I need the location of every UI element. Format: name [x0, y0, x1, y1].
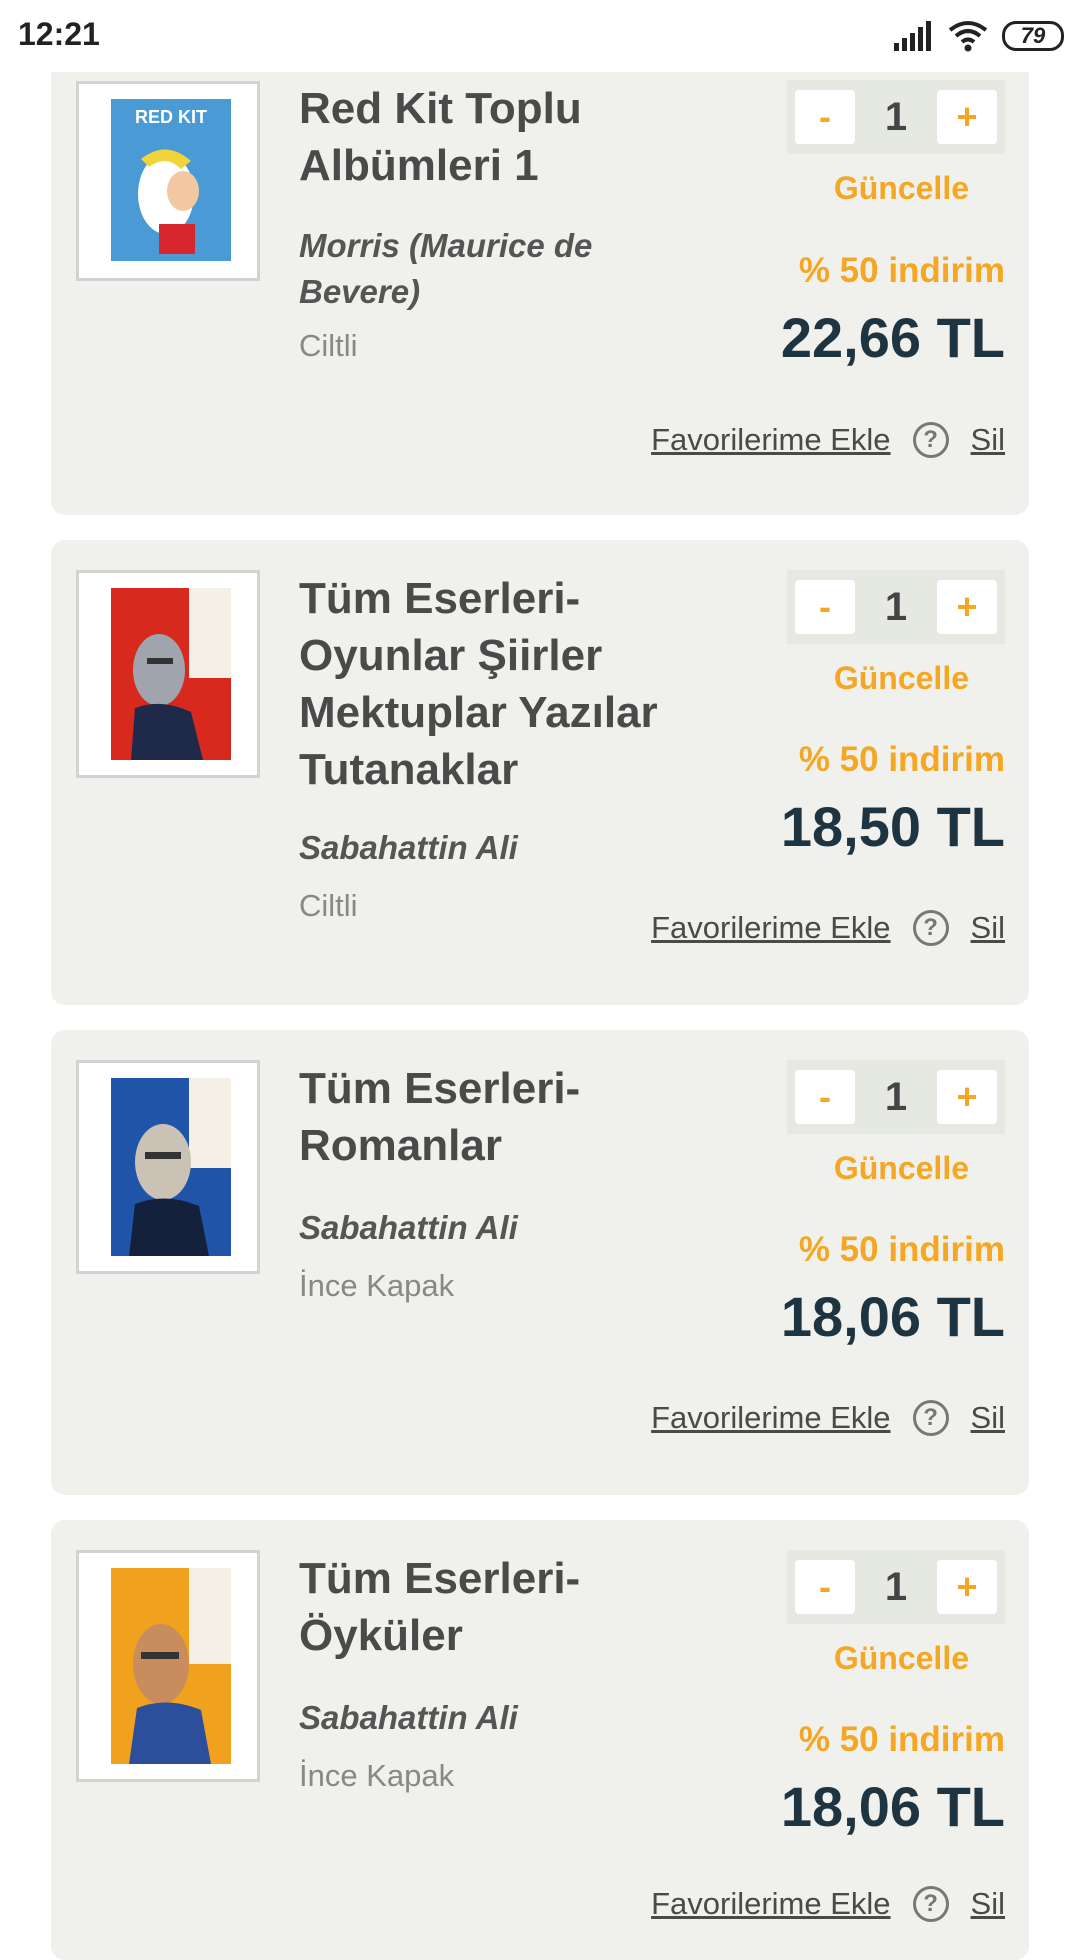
item-price: 18,50 TL [780, 795, 1005, 858]
book-cover-image [111, 1078, 231, 1256]
cart-item: Tüm Eserleri-Öyküler Sabahattin Ali İnce… [51, 1520, 1029, 1960]
book-title[interactable]: Tüm Eserleri-Romanlar [299, 1060, 719, 1174]
add-to-favorites-link[interactable]: Favorilerime Ekle [651, 1400, 890, 1436]
signal-icon [894, 21, 931, 51]
update-quantity-link[interactable]: Güncelle [834, 170, 969, 207]
book-title[interactable]: Red Kit Toplu Albümleri 1 [299, 80, 719, 194]
quantity-value[interactable]: 1 [866, 585, 926, 630]
update-quantity-link[interactable]: Güncelle [834, 1150, 969, 1187]
help-icon[interactable]: ? [912, 910, 949, 946]
battery-icon: 79 [1002, 21, 1064, 51]
item-actions: Favorilerime Ekle ? Sil [651, 1400, 1005, 1436]
book-author[interactable]: Sabahattin Ali [299, 1695, 719, 1741]
decrease-quantity-button[interactable]: - [795, 580, 855, 634]
book-binding: İnce Kapak [299, 1268, 455, 1303]
discount-label: % 50 indirim [798, 1230, 1005, 1269]
delete-item-link[interactable]: Sil [971, 1400, 1005, 1436]
item-price: 22,66 TL [780, 306, 1005, 369]
quantity-value[interactable]: 1 [866, 1075, 926, 1120]
increase-quantity-button[interactable]: + [937, 1560, 997, 1614]
book-title[interactable]: Tüm Eserleri-Oyunlar Şiirler Mektuplar Y… [299, 570, 719, 798]
book-thumbnail[interactable] [76, 1060, 260, 1274]
cart-item: Tüm Eserleri-Oyunlar Şiirler Mektuplar Y… [51, 540, 1029, 1005]
book-author[interactable]: Morris (Maurice de Bevere) [299, 223, 719, 315]
status-time: 12:21 [18, 16, 100, 52]
help-icon[interactable]: ? [912, 422, 949, 458]
item-actions: Favorilerime Ekle ? Sil [651, 910, 1005, 946]
item-price: 18,06 TL [780, 1775, 1005, 1838]
status-icons: 79 [894, 18, 1064, 54]
book-author[interactable]: Sabahattin Ali [299, 1205, 719, 1251]
cover-logo-text: RED KIT [135, 107, 207, 127]
quantity-stepper: - 1 + [787, 1060, 1005, 1134]
increase-quantity-button[interactable]: + [937, 580, 997, 634]
status-bar: 12:21 79 [0, 0, 1080, 72]
help-icon[interactable]: ? [912, 1886, 949, 1922]
update-quantity-link[interactable]: Güncelle [834, 1640, 969, 1677]
item-actions: Favorilerime Ekle ? Sil [651, 422, 1005, 458]
delete-item-link[interactable]: Sil [971, 1886, 1005, 1922]
quantity-stepper: - 1 + [787, 1550, 1005, 1624]
discount-label: % 50 indirim [798, 1720, 1005, 1759]
book-binding: Ciltli [299, 328, 358, 363]
decrease-quantity-button[interactable]: - [795, 1560, 855, 1614]
wifi-icon [948, 21, 988, 52]
item-price: 18,06 TL [780, 1285, 1005, 1348]
book-thumbnail[interactable] [76, 1550, 260, 1782]
decrease-quantity-button[interactable]: - [795, 90, 855, 144]
book-cover-image [111, 1568, 231, 1764]
book-thumbnail[interactable]: RED KIT [76, 81, 260, 281]
cart-item: Tüm Eserleri-Romanlar Sabahattin Ali İnc… [51, 1030, 1029, 1495]
add-to-favorites-link[interactable]: Favorilerime Ekle [651, 1886, 890, 1922]
book-cover-image [111, 588, 231, 760]
book-binding: İnce Kapak [299, 1758, 455, 1793]
book-title[interactable]: Tüm Eserleri-Öyküler [299, 1550, 719, 1664]
quantity-stepper: - 1 + [787, 570, 1005, 644]
quantity-value[interactable]: 1 [866, 95, 926, 140]
help-icon[interactable]: ? [912, 1400, 949, 1436]
battery-level: 79 [1020, 23, 1046, 48]
discount-label: % 50 indirim [798, 740, 1005, 779]
item-actions: Favorilerime Ekle ? Sil [651, 1886, 1005, 1922]
update-quantity-link[interactable]: Güncelle [834, 660, 969, 697]
discount-label: % 50 indirim [798, 251, 1005, 290]
quantity-stepper: - 1 + [787, 80, 1005, 154]
add-to-favorites-link[interactable]: Favorilerime Ekle [651, 422, 890, 458]
quantity-value[interactable]: 1 [866, 1565, 926, 1610]
book-thumbnail[interactable] [76, 570, 260, 778]
book-cover-image: RED KIT [111, 99, 231, 261]
add-to-favorites-link[interactable]: Favorilerime Ekle [651, 910, 890, 946]
increase-quantity-button[interactable]: + [937, 1070, 997, 1124]
cart-item: RED KIT Red Kit Toplu Albümleri 1 Morris… [51, 0, 1029, 515]
delete-item-link[interactable]: Sil [971, 910, 1005, 946]
book-author[interactable]: Sabahattin Ali [299, 825, 719, 871]
increase-quantity-button[interactable]: + [937, 90, 997, 144]
book-binding: Ciltli [299, 888, 358, 923]
delete-item-link[interactable]: Sil [971, 422, 1005, 458]
decrease-quantity-button[interactable]: - [795, 1070, 855, 1124]
